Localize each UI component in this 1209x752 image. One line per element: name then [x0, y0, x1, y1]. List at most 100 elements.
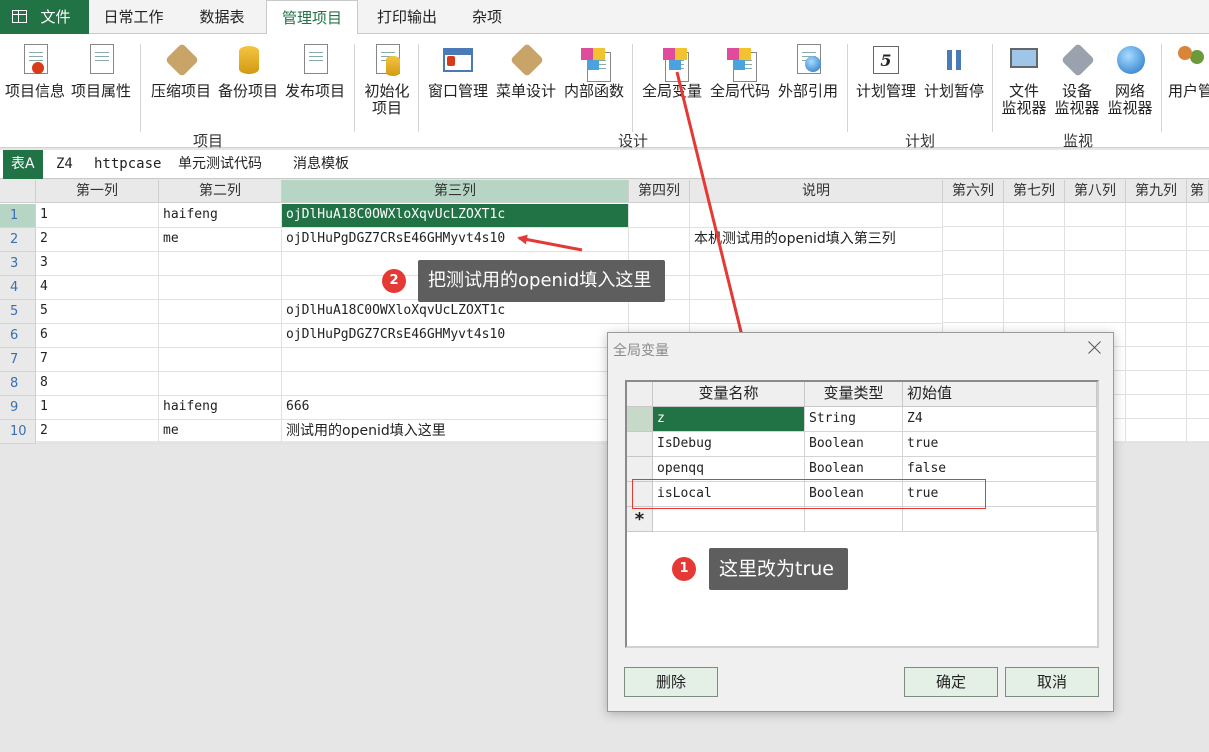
schedule-manage-button[interactable]: 5 计划管理: [853, 42, 919, 100]
grid-cell[interactable]: me: [159, 228, 282, 252]
variable-name-cell-new[interactable]: [653, 507, 805, 532]
project-properties-button[interactable]: 项目属性: [69, 42, 133, 100]
grid-cell[interactable]: me: [159, 420, 282, 444]
device-monitor-button[interactable]: 设备 监视器: [1052, 42, 1102, 117]
grid-cell[interactable]: 8: [36, 372, 159, 396]
grid-cell[interactable]: 5: [36, 300, 159, 324]
delete-button[interactable]: 删除: [624, 667, 718, 697]
grid-cell[interactable]: 4: [36, 276, 159, 300]
user-manage-button[interactable]: 用户管: [1168, 42, 1209, 100]
grid-cell[interactable]: [282, 372, 629, 396]
grid-cell[interactable]: 2: [36, 228, 159, 252]
column-header[interactable]: 第七列: [1004, 180, 1065, 203]
grid-cell[interactable]: 1: [36, 204, 159, 228]
row-header[interactable]: 1: [0, 204, 36, 228]
grid-cell[interactable]: [159, 252, 282, 276]
grid-cell[interactable]: [159, 324, 282, 348]
grid-cell[interactable]: ojDlHuPgDGZ7CRsE46GHMyvt4s10: [282, 324, 629, 348]
grid-cell[interactable]: haifeng: [159, 396, 282, 420]
sheet-tab-httpcase[interactable]: httpcase: [94, 150, 161, 179]
grid-cell[interactable]: 3: [36, 252, 159, 276]
cancel-button[interactable]: 取消: [1005, 667, 1099, 697]
variable-type-cell-new[interactable]: [805, 507, 903, 532]
grid-cell[interactable]: [159, 300, 282, 324]
row-header[interactable]: 2: [0, 228, 36, 252]
grid-cell[interactable]: 6: [36, 324, 159, 348]
variable-type-cell[interactable]: Boolean: [805, 432, 903, 457]
column-header[interactable]: 第九列: [1126, 180, 1187, 203]
grid-cell[interactable]: [159, 276, 282, 300]
grid-cell[interactable]: haifeng: [159, 204, 282, 228]
internal-functions-button[interactable]: 内部函数: [561, 42, 627, 100]
row-header[interactable]: 7: [0, 348, 36, 372]
grid-cell[interactable]: [690, 204, 943, 228]
publish-project-button[interactable]: 发布项目: [283, 42, 347, 100]
column-header-name[interactable]: 变量名称: [653, 382, 805, 407]
grid-cell[interactable]: 1: [36, 396, 159, 420]
tab-daily-work[interactable]: 日常工作: [89, 0, 178, 34]
grid-cell[interactable]: 666: [282, 396, 629, 420]
grid-cell[interactable]: [690, 300, 943, 324]
tab-file[interactable]: 文件: [0, 0, 89, 34]
grid-cell[interactable]: [629, 228, 690, 252]
grid-cell[interactable]: ojDlHuPgDGZ7CRsE46GHMyvt4s10: [282, 228, 629, 252]
row-header[interactable]: [627, 432, 653, 457]
column-header[interactable]: 第一列: [36, 180, 159, 203]
menu-design-button[interactable]: 菜单设计: [493, 42, 559, 100]
row-header[interactable]: 4: [0, 276, 36, 300]
column-header-type[interactable]: 变量类型: [805, 382, 903, 407]
tab-print-output[interactable]: 打印输出: [358, 0, 456, 34]
grid-cell[interactable]: [282, 348, 629, 372]
sheet-tab-unit-test-code[interactable]: 单元测试代码: [178, 150, 262, 179]
grid-cell[interactable]: 测试用的openid填入这里: [282, 420, 629, 444]
grid-cell-selected[interactable]: ojDlHuA18C0OWXloXqvUcLZOXT1c: [282, 204, 629, 228]
variable-init-cell[interactable]: true: [903, 432, 1097, 457]
file-monitor-button[interactable]: 文件 监视器: [999, 42, 1049, 117]
close-icon[interactable]: [1087, 339, 1103, 355]
column-header[interactable]: 第四列: [629, 180, 690, 203]
grid-cell[interactable]: 2: [36, 420, 159, 444]
column-header-initial-value[interactable]: 初始值: [903, 382, 1097, 407]
schedule-pause-button[interactable]: 计划暂停: [921, 42, 987, 100]
grid-cell[interactable]: 7: [36, 348, 159, 372]
column-header[interactable]: 第三列: [282, 180, 629, 203]
sheet-tab-z4[interactable]: Z4: [56, 150, 73, 179]
variable-name-cell[interactable]: z: [653, 407, 805, 432]
project-info-button[interactable]: 项目信息: [3, 42, 67, 100]
window-manage-button[interactable]: 窗口管理: [425, 42, 491, 100]
row-header[interactable]: 6: [0, 324, 36, 348]
column-header[interactable]: 第二列: [159, 180, 282, 203]
row-header[interactable]: 10: [0, 420, 36, 444]
row-header[interactable]: 9: [0, 396, 36, 420]
variable-init-cell[interactable]: Z4: [903, 407, 1097, 432]
grid-corner[interactable]: [0, 180, 36, 203]
ok-button[interactable]: 确定: [904, 667, 998, 697]
grid-cell[interactable]: [159, 372, 282, 396]
grid-cell[interactable]: [159, 348, 282, 372]
tab-manage-project[interactable]: 管理项目: [266, 0, 358, 35]
grid-cell[interactable]: [629, 204, 690, 228]
column-header[interactable]: 第六列: [943, 180, 1004, 203]
external-references-button[interactable]: 外部引用: [775, 42, 841, 100]
backup-project-button[interactable]: 备份项目: [216, 42, 280, 100]
compress-project-button[interactable]: 压缩项目: [149, 42, 213, 100]
row-header[interactable]: [627, 407, 653, 432]
grid-cell[interactable]: [690, 252, 943, 276]
grid-cell[interactable]: [629, 300, 690, 324]
network-monitor-button[interactable]: 网络 监视器: [1105, 42, 1155, 117]
grid-cell[interactable]: ojDlHuA18C0OWXloXqvUcLZOXT1c: [282, 300, 629, 324]
row-header[interactable]: 8: [0, 372, 36, 396]
sheet-tab-message-template[interactable]: 消息模板: [293, 150, 349, 179]
global-code-button[interactable]: 全局代码: [707, 42, 773, 100]
variable-type-cell[interactable]: String: [805, 407, 903, 432]
tab-data-tables[interactable]: 数据表: [178, 0, 266, 34]
variable-name-cell[interactable]: IsDebug: [653, 432, 805, 457]
tab-misc[interactable]: 杂项: [456, 0, 518, 34]
grid-cell[interactable]: 本机测试用的openid填入第三列: [690, 228, 943, 252]
new-row-marker[interactable]: *: [627, 507, 653, 532]
row-header[interactable]: 3: [0, 252, 36, 276]
global-variables-button[interactable]: 全局变量: [639, 42, 705, 100]
grid-cell[interactable]: [690, 276, 943, 300]
row-header[interactable]: 5: [0, 300, 36, 324]
column-header[interactable]: 说明: [690, 180, 943, 203]
